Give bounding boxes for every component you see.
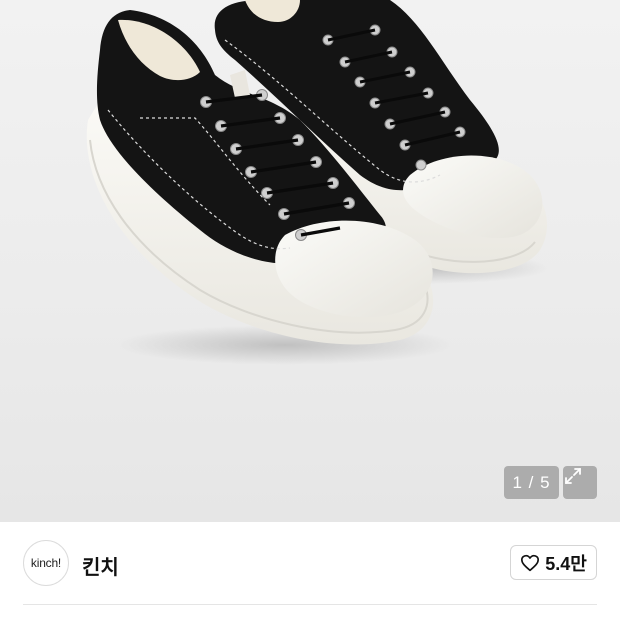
product-image-gallery[interactable]: 1 / 5 bbox=[0, 0, 620, 522]
like-button[interactable]: 5.4만 bbox=[510, 545, 597, 580]
expand-button[interactable] bbox=[563, 466, 597, 499]
avatar-text: kinch! bbox=[30, 556, 62, 570]
seller-avatar[interactable]: kinch! bbox=[23, 540, 69, 586]
product-image bbox=[86, 0, 550, 365]
image-counter: 1 / 5 bbox=[504, 466, 559, 499]
like-count: 5.4만 bbox=[545, 553, 587, 574]
seller-bar: kinch! 킨치 5.4만 bbox=[0, 522, 620, 620]
seller-name[interactable]: 킨치 bbox=[82, 551, 119, 580]
expand-icon bbox=[565, 468, 581, 484]
heart-icon bbox=[521, 554, 540, 571]
divider bbox=[23, 604, 597, 605]
